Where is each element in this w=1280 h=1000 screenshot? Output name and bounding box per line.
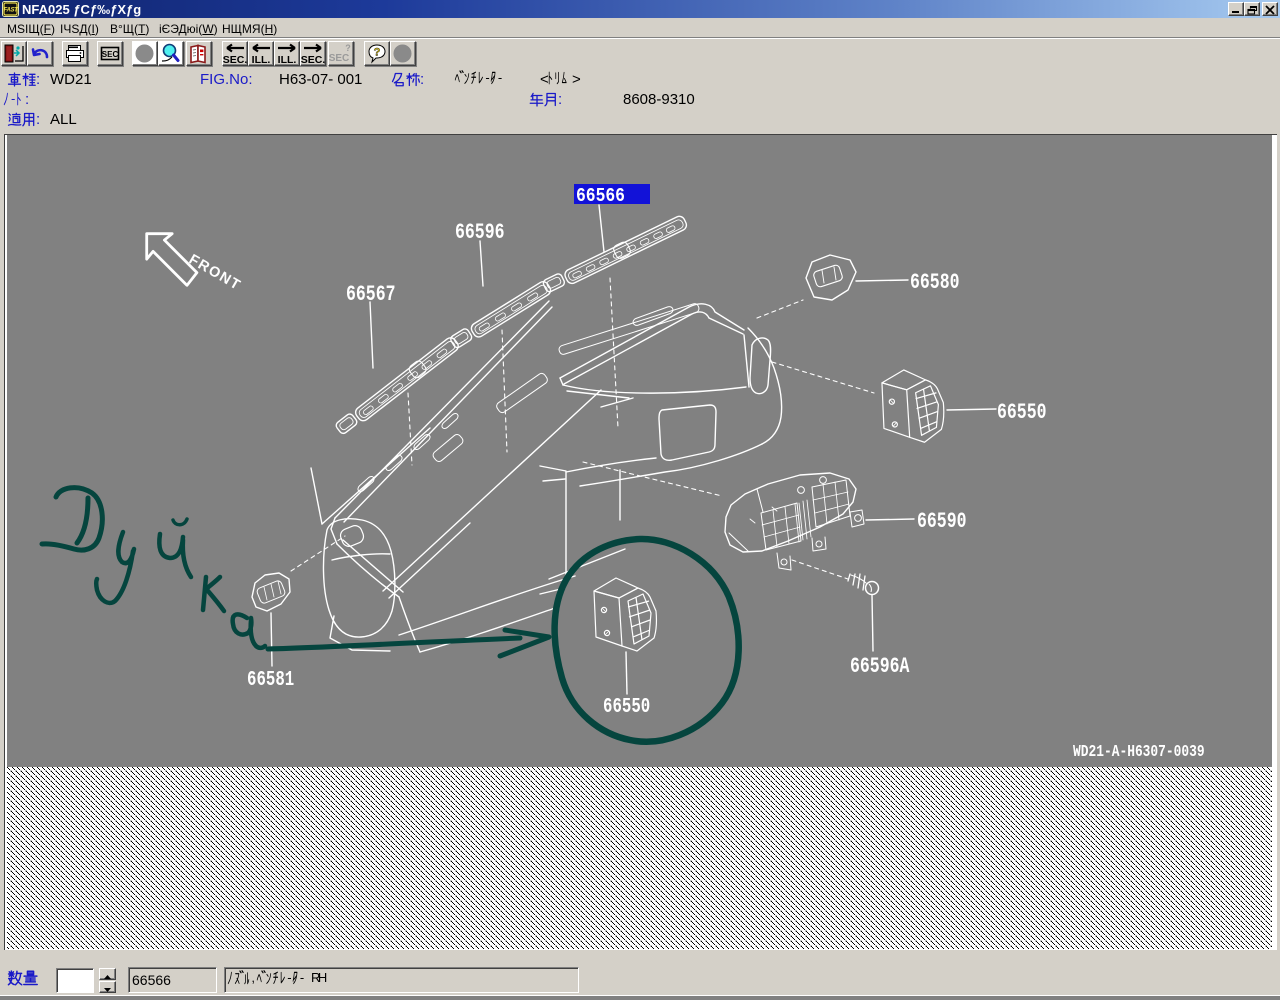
svg-text:66590: 66590 <box>917 509 966 534</box>
svg-text:SEC: SEC <box>102 50 119 59</box>
svg-text:66550: 66550 <box>603 695 650 719</box>
svg-text:ILL.: ILL. <box>278 54 297 65</box>
svg-text:-: - <box>498 70 502 85</box>
svg-text:66550: 66550 <box>997 400 1046 425</box>
svg-text:SEC.: SEC. <box>223 54 247 65</box>
svg-text:-: - <box>485 70 489 85</box>
svg-text:?: ? <box>374 47 381 59</box>
svg-text:66581: 66581 <box>247 668 294 692</box>
svg-text:SEC.: SEC. <box>301 54 325 65</box>
svg-text:-: - <box>11 91 15 106</box>
svg-text:ILL.: ILL. <box>252 54 271 65</box>
svg-text:66596A: 66596A <box>850 654 910 679</box>
svg-text:SEC: SEC <box>329 53 349 64</box>
svg-text:66580: 66580 <box>910 270 959 295</box>
svg-text:?: ? <box>345 43 351 53</box>
svg-text:66566: 66566 <box>576 186 625 207</box>
svg-text:WD21-A-H6307-0039: WD21-A-H6307-0039 <box>1073 741 1205 761</box>
svg-text:FAST: FAST <box>4 8 19 14</box>
